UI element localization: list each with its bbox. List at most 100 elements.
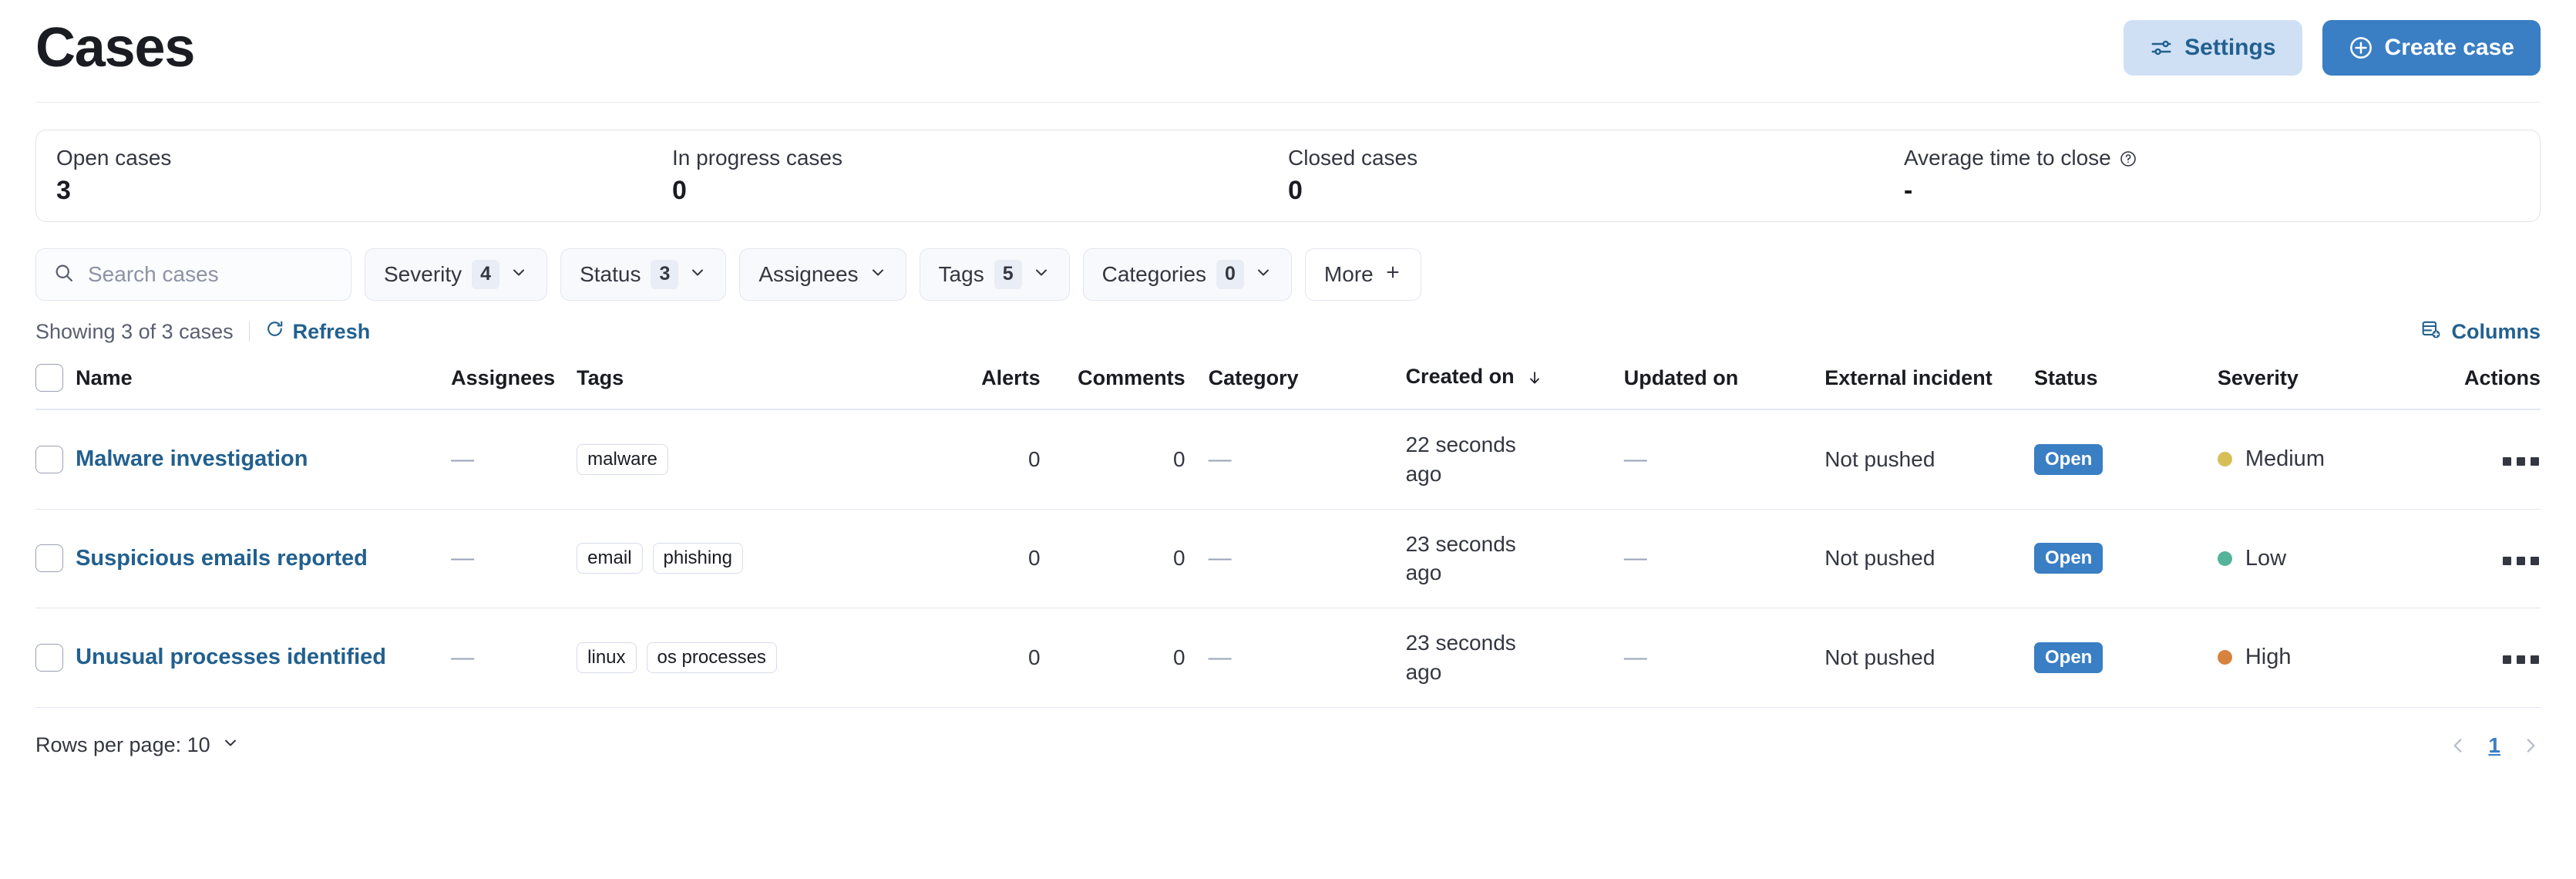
table-meta-left: Showing 3 of 3 cases Refresh	[35, 319, 370, 344]
rows-per-page-label: Rows per page: 10	[35, 733, 210, 757]
next-page-button[interactable]	[2521, 736, 2541, 756]
table-row[interactable]: Suspicious emails reported — email phish…	[35, 509, 2541, 608]
cell-name: Suspicious emails reported	[76, 509, 451, 608]
case-name-link[interactable]: Unusual processes identified	[76, 645, 386, 669]
table-meta-row: Showing 3 of 3 cases Refresh	[35, 318, 2541, 345]
row-select-cell	[35, 409, 76, 509]
cell-assignees: —	[451, 409, 577, 509]
column-header-severity[interactable]: Severity	[2218, 356, 2436, 409]
cell-tags: malware	[577, 409, 957, 509]
cell-status: Open	[2034, 409, 2218, 509]
filter-count-badge: 5	[994, 260, 1022, 288]
column-header-name[interactable]: Name	[76, 356, 451, 409]
cell-external-incident: Not pushed	[1824, 409, 2034, 509]
row-actions-menu-button[interactable]	[2501, 451, 2541, 472]
table-header-row: Name Assignees Tags Alerts Comments Cate…	[35, 356, 2541, 409]
rows-per-page-selector[interactable]: Rows per page: 10	[35, 733, 240, 757]
column-header-external-incident[interactable]: External incident	[1824, 356, 2034, 409]
row-checkbox[interactable]	[35, 644, 63, 672]
cell-created-on: 23 seconds ago	[1406, 608, 1624, 708]
cell-created-on: 23 seconds ago	[1406, 509, 1624, 608]
severity-dot	[2218, 650, 2232, 665]
updated-on-value: —	[1624, 645, 1647, 670]
row-select-cell	[35, 509, 76, 608]
row-select-cell	[35, 608, 76, 708]
created-on-value: 22 seconds ago	[1406, 430, 1537, 489]
cell-updated-on: —	[1624, 409, 1824, 509]
cell-name: Unusual processes identified	[76, 608, 451, 708]
page-number-1[interactable]: 1	[2488, 733, 2500, 758]
question-circle-icon[interactable]	[2119, 150, 2137, 168]
cell-comments: 0	[1061, 509, 1209, 608]
create-case-button[interactable]: Create case	[2322, 20, 2541, 76]
case-name-link[interactable]: Suspicious emails reported	[76, 546, 368, 571]
column-header-category[interactable]: Category	[1209, 356, 1406, 409]
tag-list: email phishing	[577, 543, 957, 574]
table-row[interactable]: Unusual processes identified — linux os …	[35, 608, 2541, 708]
settings-button[interactable]: Settings	[2124, 20, 2302, 76]
refresh-label: Refresh	[293, 320, 371, 344]
category-value: —	[1209, 545, 1232, 571]
filter-bar: Severity 4 Status 3 Assignees Tags 5	[35, 248, 2541, 301]
column-header-tags[interactable]: Tags	[577, 356, 957, 409]
filter-tags[interactable]: Tags 5	[920, 248, 1070, 301]
column-header-created-on-label: Created on	[1406, 365, 1515, 388]
stat-closed-cases: Closed cases 0	[1288, 146, 1904, 204]
filter-severity[interactable]: Severity 4	[365, 248, 547, 301]
table-row[interactable]: Malware investigation — malware 0 0 — 22…	[35, 409, 2541, 509]
cell-severity: Medium	[2218, 409, 2436, 509]
filter-categories[interactable]: Categories 0	[1083, 248, 1292, 301]
filter-more[interactable]: More	[1305, 248, 1421, 301]
tag-badge[interactable]: os processes	[647, 642, 777, 673]
cell-actions	[2436, 509, 2541, 608]
refresh-button[interactable]: Refresh	[265, 319, 371, 344]
column-header-assignees[interactable]: Assignees	[451, 356, 577, 409]
plus-circle-icon	[2349, 35, 2373, 60]
cell-status: Open	[2034, 608, 2218, 708]
row-checkbox[interactable]	[35, 544, 63, 572]
column-header-created-on[interactable]: Created on	[1406, 356, 1624, 409]
meta-divider	[249, 322, 250, 342]
tag-badge[interactable]: phishing	[653, 543, 743, 574]
stat-value: 0	[672, 177, 1288, 205]
cell-assignees: —	[451, 608, 577, 708]
column-header-updated-on[interactable]: Updated on	[1624, 356, 1824, 409]
column-header-actions: Actions	[2436, 356, 2541, 409]
arrow-down-icon	[1526, 368, 1543, 392]
filter-label: Assignees	[758, 262, 858, 287]
columns-button[interactable]: Columns	[2421, 319, 2541, 345]
updated-on-value: —	[1624, 446, 1647, 472]
row-actions-menu-button[interactable]	[2501, 649, 2541, 670]
tag-badge[interactable]: linux	[577, 642, 636, 673]
search-input[interactable]	[88, 262, 334, 287]
stat-label: Average time to close	[1904, 146, 2111, 170]
stat-label-wrap: Average time to close	[1904, 146, 2520, 170]
status-badge: Open	[2034, 444, 2103, 475]
column-header-status[interactable]: Status	[2034, 356, 2218, 409]
tag-badge[interactable]: malware	[577, 444, 668, 475]
cell-status: Open	[2034, 509, 2218, 608]
previous-page-button[interactable]	[2448, 736, 2468, 756]
severity-label: Low	[2245, 546, 2286, 571]
chevron-down-icon	[221, 733, 240, 757]
row-checkbox[interactable]	[35, 446, 63, 473]
cell-updated-on: —	[1624, 608, 1824, 708]
stat-label: Open cases	[56, 146, 672, 170]
case-name-link[interactable]: Malware investigation	[76, 446, 308, 471]
select-all-checkbox[interactable]	[35, 364, 63, 392]
filter-assignees[interactable]: Assignees	[739, 248, 906, 301]
stat-in-progress-cases: In progress cases 0	[672, 146, 1288, 204]
row-actions-menu-button[interactable]	[2501, 551, 2541, 571]
cell-tags: email phishing	[577, 509, 957, 608]
filter-status[interactable]: Status 3	[560, 248, 726, 301]
category-value: —	[1209, 446, 1232, 472]
status-badge: Open	[2034, 543, 2103, 574]
tag-badge[interactable]: email	[577, 543, 642, 574]
header-divider	[35, 102, 2541, 103]
search-box[interactable]	[35, 248, 351, 301]
column-header-comments[interactable]: Comments	[1061, 356, 1209, 409]
severity-dot	[2218, 452, 2232, 466]
column-header-alerts[interactable]: Alerts	[957, 356, 1061, 409]
cell-assignees: —	[451, 509, 577, 608]
severity-indicator: Low	[2218, 546, 2286, 571]
